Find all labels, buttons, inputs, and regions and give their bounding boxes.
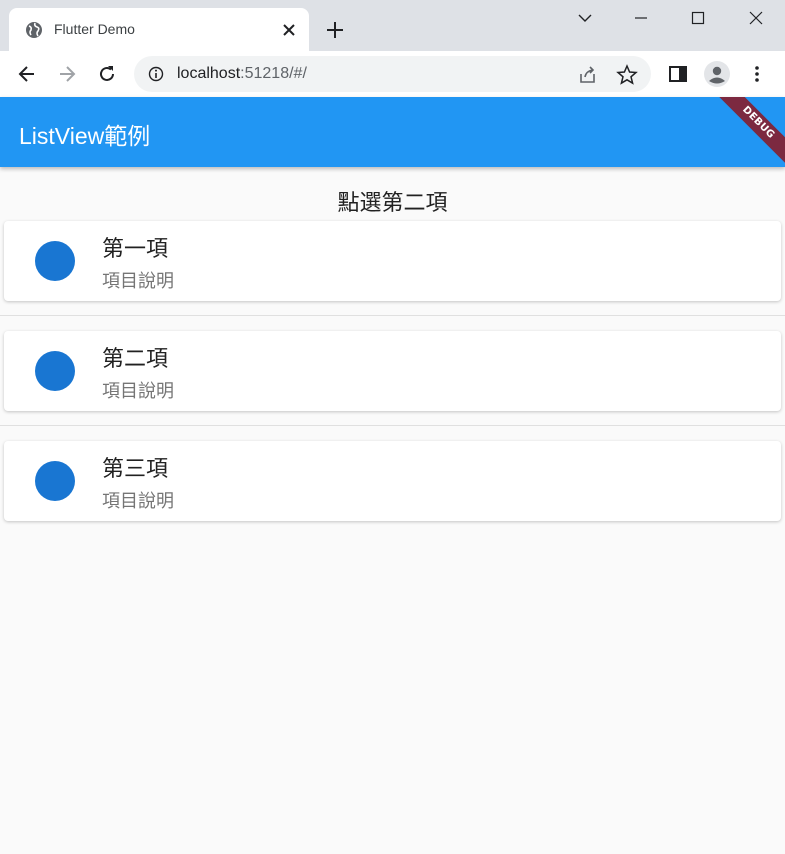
url-host: localhost — [177, 65, 241, 82]
list-item[interactable]: 第二項 項目說明 — [4, 331, 781, 411]
app-title: ListView範例 — [19, 123, 151, 149]
browser-toolbar: localhost:51218/#/ — [0, 51, 785, 97]
side-panel-icon — [669, 66, 687, 82]
star-icon[interactable] — [616, 64, 638, 86]
browser-titlebar: Flutter Demo — [0, 0, 785, 51]
list-item[interactable]: 第三項 項目說明 — [4, 441, 781, 521]
list-item-title: 第二項 — [102, 347, 169, 372]
back-arrow-icon — [18, 66, 34, 82]
app-bar: ListView範例 DEBUG — [0, 97, 785, 167]
list-view: 點選第二項 第一項 項目說明 第二項 項目說明 第三項 項目說明 — [0, 167, 785, 854]
reload-icon — [100, 66, 114, 81]
list-item-title: 第三項 — [102, 457, 169, 482]
list-item-title: 第一項 — [102, 237, 169, 262]
avatar-circle — [35, 241, 75, 281]
more-vert-icon — [755, 66, 759, 82]
minimize-button[interactable] — [618, 4, 664, 32]
menu-button[interactable] — [744, 61, 770, 87]
browser-tab[interactable]: Flutter Demo — [9, 8, 309, 51]
maximize-button[interactable] — [675, 4, 721, 32]
maximize-icon — [691, 11, 705, 25]
side-panel-button[interactable] — [665, 61, 691, 87]
url-path: :51218/#/ — [240, 65, 307, 82]
list-item-subtitle: 項目說明 — [102, 381, 174, 402]
forward-arrow-icon — [60, 66, 76, 82]
divider — [0, 425, 785, 426]
address-bar[interactable]: localhost:51218/#/ — [134, 56, 651, 92]
share-icon[interactable] — [577, 64, 599, 86]
forward-button[interactable] — [54, 61, 80, 87]
close-window-button[interactable] — [733, 4, 779, 32]
profile-button[interactable] — [704, 61, 730, 87]
avatar-circle — [35, 461, 75, 501]
plus-icon[interactable] — [324, 19, 346, 41]
list-item-subtitle: 項目說明 — [102, 271, 174, 292]
selected-item-text: 點選第二項 — [337, 191, 448, 216]
info-icon[interactable] — [148, 66, 164, 82]
chevron-down-icon — [578, 14, 592, 22]
profile-icon — [704, 61, 730, 87]
close-window-icon — [749, 11, 763, 25]
list-item-subtitle: 項目說明 — [102, 491, 174, 512]
debug-banner: DEBUG — [709, 97, 785, 167]
close-icon[interactable] — [279, 20, 299, 40]
reload-button[interactable] — [94, 61, 120, 87]
globe-icon — [26, 22, 42, 38]
list-item[interactable]: 第一項 項目說明 — [4, 221, 781, 301]
avatar-circle — [35, 351, 75, 391]
minimize-icon — [635, 17, 647, 19]
divider — [0, 315, 785, 316]
back-button[interactable] — [14, 61, 40, 87]
url-text[interactable]: localhost:51218/#/ — [177, 65, 307, 83]
tab-search-button[interactable] — [562, 4, 608, 32]
tab-title: Flutter Demo — [54, 21, 135, 37]
